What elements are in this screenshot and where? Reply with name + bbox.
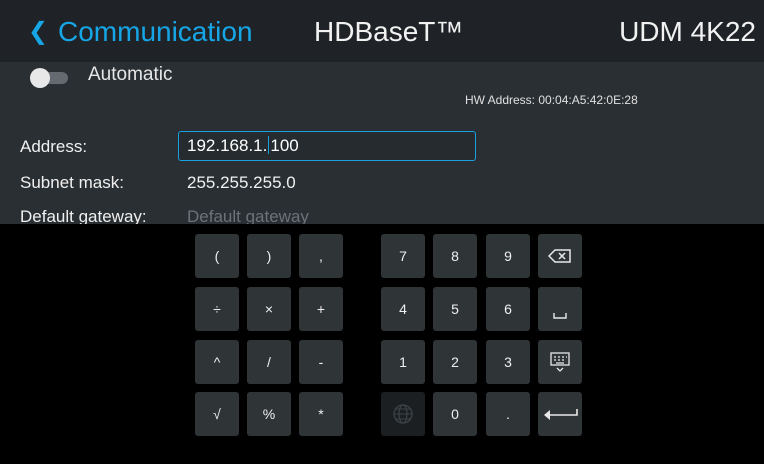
key-2[interactable]: 2 — [433, 340, 477, 384]
address-value-after-cursor: 100 — [270, 136, 299, 155]
address-input[interactable]: 192.168.1. 100 — [178, 131, 476, 161]
subnet-label: Subnet mask: — [20, 173, 124, 192]
key-9[interactable]: 9 — [486, 234, 530, 278]
enter-icon[interactable] — [538, 392, 582, 436]
key-close-paren[interactable]: ) — [247, 234, 291, 278]
key-5[interactable]: 5 — [433, 287, 477, 331]
chevron-left-icon[interactable]: ❮ — [28, 18, 48, 46]
key-asterisk[interactable]: * — [299, 392, 343, 436]
subnet-value[interactable]: 255.255.255.0 — [187, 173, 296, 193]
space-icon[interactable] — [538, 287, 582, 331]
globe-icon — [381, 392, 425, 436]
key-1[interactable]: 1 — [381, 340, 425, 384]
key-dot[interactable]: . — [486, 392, 530, 436]
key-7[interactable]: 7 — [381, 234, 425, 278]
key-slash[interactable]: / — [247, 340, 291, 384]
settings-panel: Automatic HW Address: 00:04:A5:42:0E:28 … — [0, 62, 764, 224]
key-percent[interactable]: % — [247, 392, 291, 436]
keyboard-hide-icon[interactable] — [538, 340, 582, 384]
section-title: HDBaseT™ — [314, 16, 464, 47]
key-0[interactable]: 0 — [433, 392, 477, 436]
gateway-input[interactable]: Default gateway — [187, 207, 309, 224]
key-4[interactable]: 4 — [381, 287, 425, 331]
page-title: Communication — [58, 16, 253, 47]
toggle-knob — [30, 68, 50, 88]
device-model: UDM 4K22 — [619, 16, 756, 47]
key-multiply[interactable]: × — [247, 287, 291, 331]
key-8[interactable]: 8 — [433, 234, 477, 278]
key-comma[interactable]: , — [299, 234, 343, 278]
address-label: Address: — [20, 137, 88, 156]
automatic-label: Automatic — [88, 64, 173, 85]
key-divide[interactable]: ÷ — [195, 287, 239, 331]
automatic-toggle[interactable] — [30, 68, 68, 88]
key-open-paren[interactable]: ( — [195, 234, 239, 278]
key-sqrt[interactable]: √ — [195, 392, 239, 436]
address-value-before-cursor: 192.168.1. — [187, 136, 268, 155]
key-minus[interactable]: - — [299, 340, 343, 384]
gateway-label: Default gateway: — [20, 207, 147, 224]
key-3[interactable]: 3 — [486, 340, 530, 384]
hw-address: HW Address: 00:04:A5:42:0E:28 — [465, 93, 638, 107]
key-caret[interactable]: ^ — [195, 340, 239, 384]
key-6[interactable]: 6 — [486, 287, 530, 331]
key-plus[interactable]: + — [299, 287, 343, 331]
backspace-icon[interactable] — [538, 234, 582, 278]
title-bar: ❮ Communication HDBaseT™ UDM 4K22 — [0, 0, 764, 62]
